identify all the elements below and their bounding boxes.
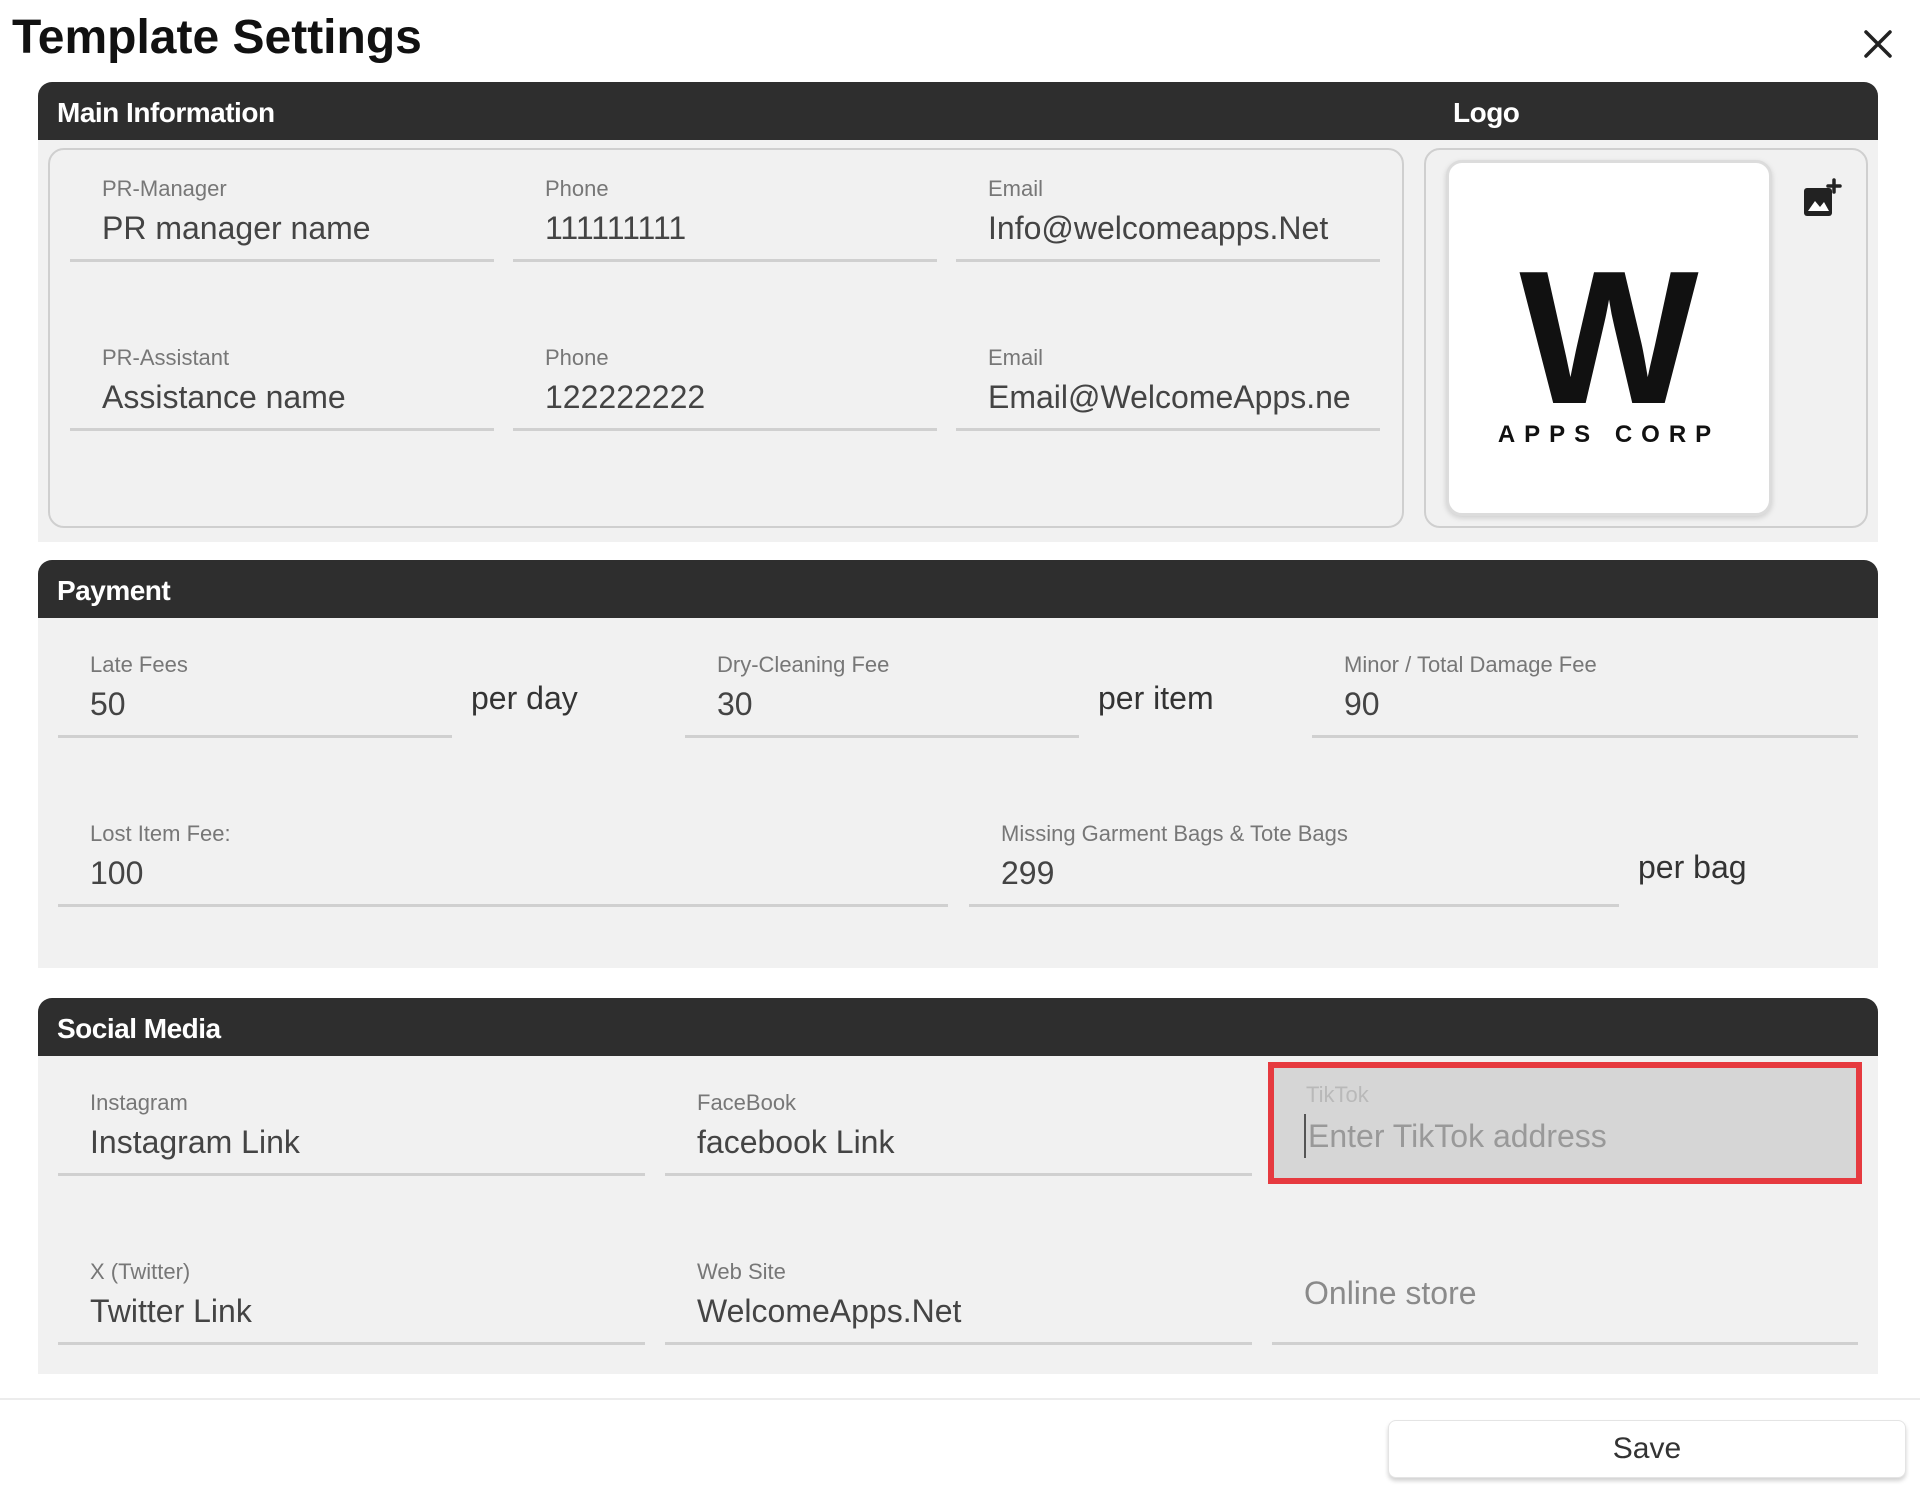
underline: [513, 428, 937, 431]
pr-assistant-email-field[interactable]: Email Email@WelcomeApps.ne: [956, 327, 1380, 431]
facebook-label: FaceBook: [697, 1090, 797, 1115]
twitter-label: X (Twitter): [90, 1259, 191, 1284]
footer-divider: [0, 1398, 1920, 1400]
tiktok-label: TikTok: [1306, 1082, 1369, 1107]
logo-title: Logo: [1453, 97, 1520, 128]
website-label: Web Site: [697, 1259, 786, 1284]
underline: [70, 428, 494, 431]
underline: [969, 904, 1619, 907]
online-store-placeholder[interactable]: Online store: [1304, 1275, 1834, 1312]
pr-manager-field[interactable]: PR-Manager PR manager name: [70, 158, 494, 262]
late-fees-suffix: per day: [471, 680, 578, 716]
damage-fee-value[interactable]: 90: [1344, 686, 1834, 723]
tiktok-field[interactable]: TikTok: [1268, 1062, 1862, 1184]
social-media-title: Social Media: [57, 1013, 221, 1044]
twitter-value[interactable]: Twitter Link: [90, 1293, 621, 1330]
pr-assistant-email-label: Email: [988, 345, 1044, 370]
pr-manager-value[interactable]: PR manager name: [102, 210, 470, 247]
missing-bags-field[interactable]: Missing Garment Bags & Tote Bags 299: [969, 803, 1619, 907]
underline: [58, 1342, 645, 1345]
pr-assistant-phone-label: Phone: [545, 345, 609, 370]
underline: [58, 1173, 645, 1176]
late-fees-value[interactable]: 50: [90, 686, 428, 723]
facebook-value[interactable]: facebook Link: [697, 1124, 1228, 1161]
pr-manager-email-value[interactable]: Info@welcomeapps.Net: [988, 210, 1356, 247]
missing-bags-suffix: per bag: [1638, 849, 1747, 885]
underline: [1312, 735, 1858, 738]
lost-item-fee-label: Lost Item Fee:: [90, 821, 231, 846]
instagram-field[interactable]: Instagram Instagram Link: [58, 1072, 645, 1176]
underline: [665, 1342, 1252, 1345]
underline: [58, 904, 948, 907]
pr-assistant-value[interactable]: Assistance name: [102, 379, 470, 416]
tiktok-input[interactable]: [1304, 1114, 1824, 1158]
damage-fee-field[interactable]: Minor / Total Damage Fee 90: [1312, 634, 1858, 738]
website-value[interactable]: WelcomeApps.Net: [697, 1293, 1228, 1330]
website-field[interactable]: Web Site WelcomeApps.Net: [665, 1241, 1252, 1345]
damage-fee-label: Minor / Total Damage Fee: [1344, 652, 1597, 677]
logo-letter: W: [1519, 232, 1699, 444]
logo-image[interactable]: W APPS CORP: [1446, 160, 1772, 516]
pr-manager-phone-field[interactable]: Phone 111111111: [513, 158, 937, 262]
logo-subtitle: APPS CORP: [1497, 421, 1721, 448]
dry-cleaning-fee-label: Dry-Cleaning Fee: [717, 652, 890, 677]
pr-manager-label: PR-Manager: [102, 176, 227, 201]
facebook-field[interactable]: FaceBook facebook Link: [665, 1072, 1252, 1176]
underline: [1272, 1342, 1858, 1345]
instagram-label: Instagram: [90, 1090, 188, 1115]
pr-manager-phone-label: Phone: [545, 176, 609, 201]
dry-cleaning-fee-value[interactable]: 30: [717, 686, 1055, 723]
pr-assistant-email-value[interactable]: Email@WelcomeApps.ne: [988, 379, 1356, 416]
main-information-title: Main Information: [57, 97, 275, 128]
underline: [956, 259, 1380, 262]
lost-item-fee-field[interactable]: Lost Item Fee: 100: [58, 803, 948, 907]
save-button[interactable]: Save: [1388, 1420, 1906, 1478]
underline: [685, 735, 1079, 738]
pr-assistant-phone-value[interactable]: 122222222: [545, 379, 913, 416]
template-settings-dialog: Template Settings Main Information Logo …: [0, 0, 1920, 1495]
pr-assistant-phone-field[interactable]: Phone 122222222: [513, 327, 937, 431]
pr-assistant-label: PR-Assistant: [102, 345, 230, 370]
payment-title: Payment: [57, 575, 171, 606]
dry-cleaning-fee-suffix: per item: [1098, 680, 1214, 716]
dry-cleaning-fee-field[interactable]: Dry-Cleaning Fee 30: [685, 634, 1079, 738]
twitter-field[interactable]: X (Twitter) Twitter Link: [58, 1241, 645, 1345]
online-store-field[interactable]: Online store: [1272, 1241, 1858, 1345]
pr-assistant-field[interactable]: PR-Assistant Assistance name: [70, 327, 494, 431]
late-fees-field[interactable]: Late Fees 50: [58, 634, 452, 738]
add-photo-icon[interactable]: [1800, 178, 1844, 222]
underline: [58, 735, 452, 738]
underline: [956, 428, 1380, 431]
lost-item-fee-value[interactable]: 100: [90, 855, 924, 892]
contacts-card: PR-Manager PR manager name Phone 1111111…: [48, 148, 1404, 528]
late-fees-label: Late Fees: [90, 652, 188, 677]
underline: [665, 1173, 1252, 1176]
payment-header: Payment: [38, 560, 1878, 618]
underline: [513, 259, 937, 262]
dialog-title: Template Settings: [12, 11, 422, 64]
main-information-header: Main Information Logo: [38, 82, 1878, 140]
close-icon[interactable]: [1858, 24, 1898, 64]
missing-bags-label: Missing Garment Bags & Tote Bags: [1001, 821, 1348, 846]
missing-bags-value[interactable]: 299: [1001, 855, 1595, 892]
social-media-header: Social Media: [38, 998, 1878, 1056]
pr-manager-phone-value[interactable]: 111111111: [545, 210, 913, 247]
pr-manager-email-field[interactable]: Email Info@welcomeapps.Net: [956, 158, 1380, 262]
instagram-value[interactable]: Instagram Link: [90, 1124, 621, 1161]
pr-manager-email-label: Email: [988, 176, 1044, 201]
underline: [70, 259, 494, 262]
